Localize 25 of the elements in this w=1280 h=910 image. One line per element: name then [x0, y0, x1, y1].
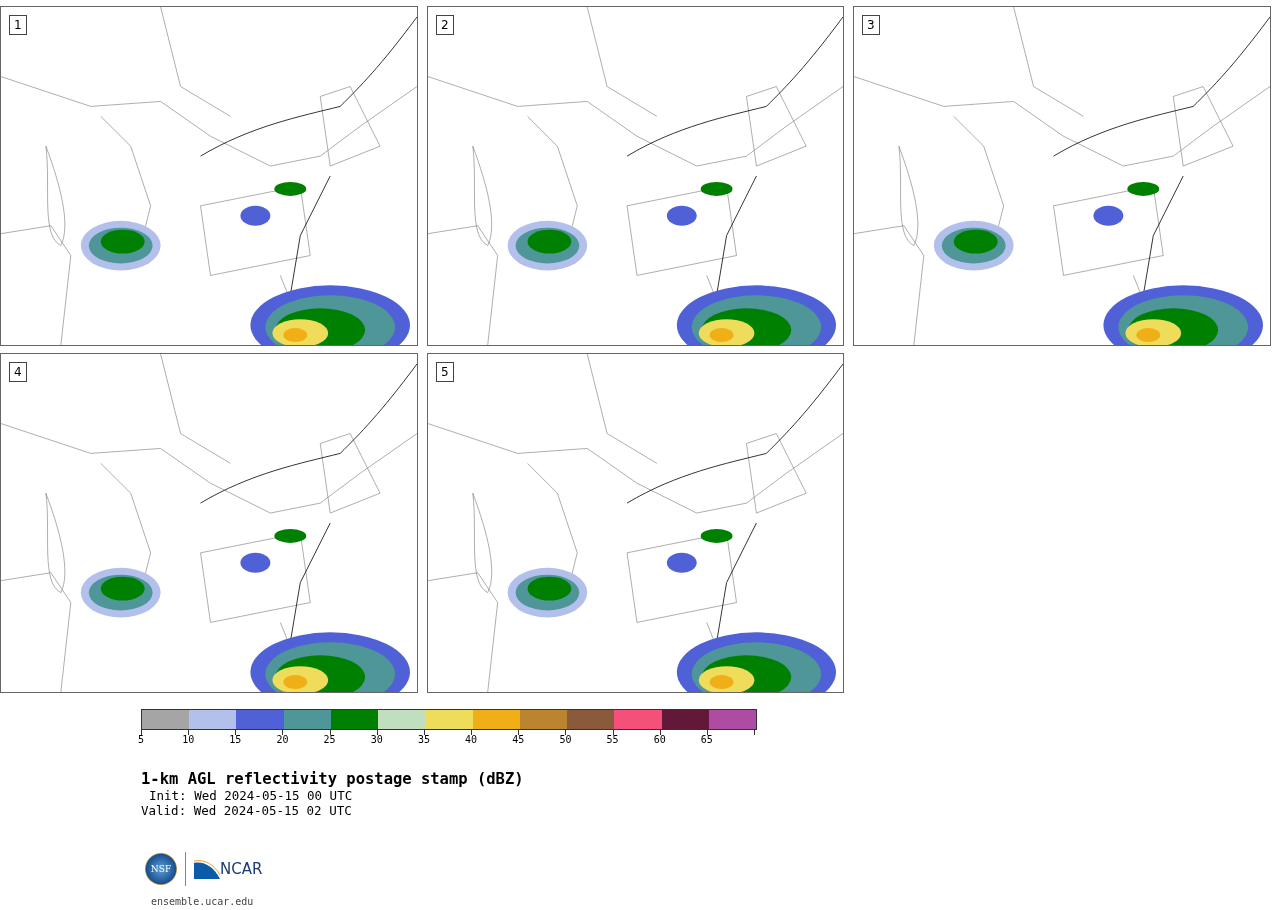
tick-label: 20	[276, 733, 289, 745]
tick-label: 55	[606, 733, 619, 745]
tick-label: 40	[465, 733, 478, 745]
init-time: Init: Wed 2024-05-15 00 UTC	[148, 788, 354, 803]
tick-label: 45	[512, 733, 525, 745]
panel-number: 2	[436, 15, 454, 35]
tick-label: 50	[559, 733, 572, 745]
tick-label: 35	[417, 733, 430, 745]
panel-number: 5	[436, 362, 454, 382]
panel-number: 3	[862, 15, 880, 35]
seal-logo: NSF	[145, 853, 177, 885]
tick-label: 60	[653, 733, 666, 745]
tick-label: 5	[138, 733, 144, 745]
tick-label: 30	[370, 733, 383, 745]
panel-number: 1	[9, 15, 27, 35]
valid-time: Valid: Wed 2024-05-15 02 UTC	[141, 803, 353, 818]
site-url: ensemble.ucar.edu	[150, 896, 255, 907]
tick-label: 65	[700, 733, 713, 745]
panel-number: 4	[9, 362, 27, 382]
chart-title: 1-km AGL reflectivity postage stamp (dBZ)	[141, 770, 525, 788]
tick-label: 25	[323, 733, 336, 745]
tick-label: 10	[182, 733, 195, 745]
logo-text: NCAR	[220, 860, 263, 878]
tick-label: 15	[229, 733, 242, 745]
swoosh-icon	[194, 859, 220, 879]
